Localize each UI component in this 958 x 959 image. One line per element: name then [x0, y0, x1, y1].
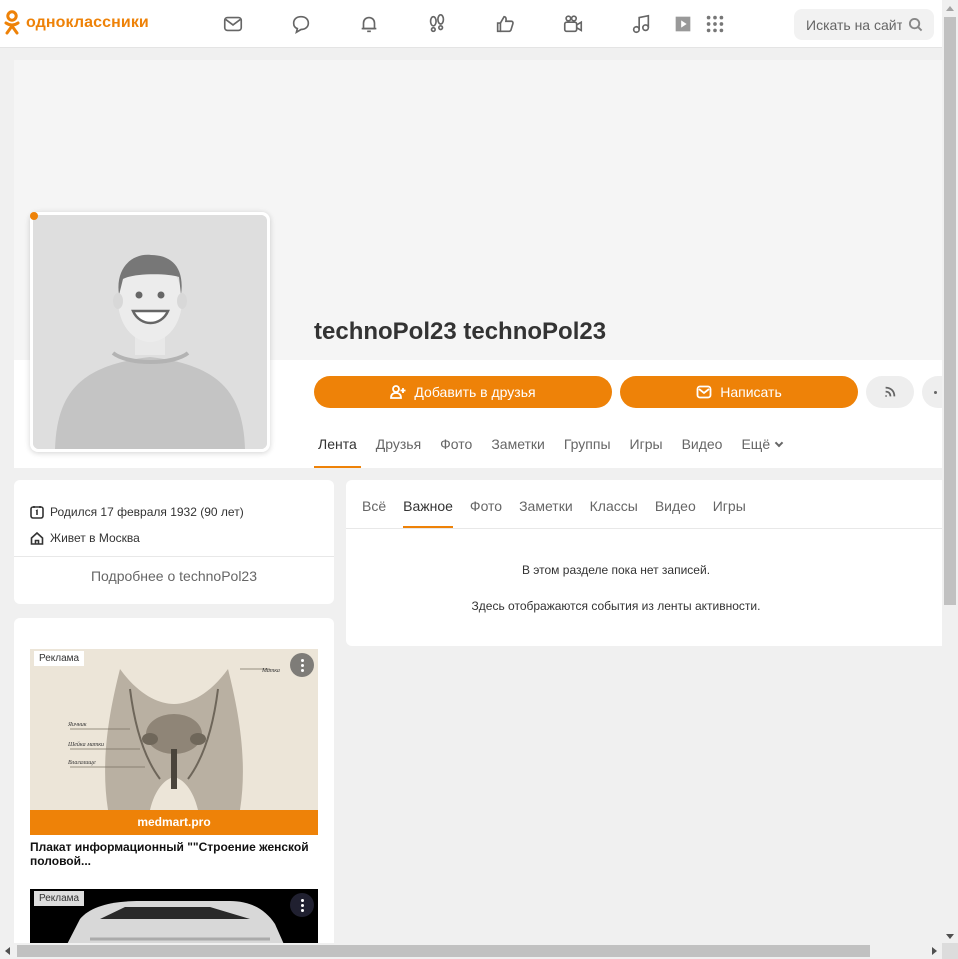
filter-photos[interactable]: Фото: [470, 498, 502, 528]
subscribe-button[interactable]: [866, 376, 914, 408]
scroll-left-arrow-icon[interactable]: [5, 947, 10, 955]
birth-info: Родился 17 февраля 1932 (90 лет): [30, 505, 244, 519]
more-actions-icon: [933, 390, 937, 394]
home-icon: [30, 531, 44, 545]
svg-text:Яичник: Яичник: [67, 722, 87, 728]
divider: [14, 556, 334, 557]
birth-text: Родился 17 февраля 1932 (90 лет): [50, 505, 244, 519]
chevron-down-icon: [774, 438, 784, 448]
logo[interactable]: одноклассники: [4, 10, 149, 36]
ad-domain-link[interactable]: medmart.pro: [30, 810, 318, 835]
events-icon[interactable]: [492, 11, 518, 37]
anatomy-poster-image: Яичник Шейка матки Влагалище Матка: [30, 649, 318, 810]
filter-likes[interactable]: Классы: [590, 498, 638, 528]
tab-games[interactable]: Игры: [630, 436, 663, 468]
profile-avatar[interactable]: [30, 212, 270, 452]
horizontal-scroll-thumb[interactable]: [17, 945, 870, 957]
tab-video[interactable]: Видео: [682, 436, 723, 468]
scroll-right-arrow-icon[interactable]: [932, 947, 937, 955]
notifications-icon[interactable]: [356, 11, 382, 37]
empty-feed-title: В этом разделе пока нет записей.: [521, 563, 711, 577]
online-status-dot: [30, 212, 38, 220]
filter-important[interactable]: Важное: [403, 498, 453, 528]
write-message-button[interactable]: Написать: [620, 376, 858, 408]
filter-all[interactable]: Всё: [362, 498, 386, 528]
svg-text:Матка: Матка: [261, 668, 280, 674]
music-icon[interactable]: [628, 11, 654, 37]
add-user-icon: [390, 385, 406, 399]
messages-icon[interactable]: [220, 11, 246, 37]
filter-video[interactable]: Видео: [655, 498, 696, 528]
calendar-icon: [30, 506, 44, 519]
feed-card: Всё Важное Фото Заметки Классы Видео Игр…: [346, 480, 942, 646]
rss-icon: [885, 386, 896, 397]
ad-menu-button-2[interactable]: [290, 893, 314, 917]
horizontal-scrollbar[interactable]: [0, 943, 942, 959]
vertical-scroll-thumb[interactable]: [944, 17, 956, 605]
tab-more[interactable]: Ещё: [741, 436, 784, 468]
vertical-scrollbar[interactable]: [942, 0, 958, 943]
tab-photos[interactable]: Фото: [440, 436, 472, 468]
write-message-label: Написать: [720, 384, 782, 400]
guests-icon[interactable]: [424, 11, 450, 37]
tab-more-label: Ещё: [741, 436, 771, 452]
video-icon[interactable]: [670, 11, 696, 37]
svg-text:Влагалище: Влагалище: [68, 760, 96, 766]
top-bar: одноклассники: [0, 0, 942, 48]
filter-games[interactable]: Игры: [713, 498, 746, 528]
search-box[interactable]: [794, 9, 934, 40]
location-info: Живет в Москва: [30, 531, 140, 545]
about-card: Родился 17 февраля 1932 (90 лет) Живет в…: [14, 480, 334, 604]
tab-feed[interactable]: Лента: [314, 436, 361, 468]
tab-groups[interactable]: Группы: [564, 436, 611, 468]
friends-video-icon[interactable]: [560, 11, 586, 37]
scroll-down-arrow-icon[interactable]: [946, 934, 954, 939]
logo-text: одноклассники: [26, 14, 149, 31]
profile-tabs: Лента Друзья Фото Заметки Группы Игры Ви…: [314, 436, 801, 468]
discussions-icon[interactable]: [288, 11, 314, 37]
apps-grid-icon[interactable]: [702, 11, 728, 37]
ok-logo-icon: [4, 10, 20, 35]
tab-notes[interactable]: Заметки: [491, 436, 545, 468]
scrollbar-corner: [942, 943, 958, 959]
envelope-icon: [696, 385, 712, 399]
tab-friends[interactable]: Друзья: [376, 436, 421, 468]
search-icon[interactable]: [908, 17, 923, 32]
avatar-placeholder-image: [33, 215, 267, 449]
add-friend-label: Добавить в друзья: [414, 384, 536, 400]
ad-label: Реклама: [34, 651, 85, 666]
filter-notes[interactable]: Заметки: [519, 498, 573, 528]
ad-label-2: Реклама: [34, 891, 85, 906]
search-input[interactable]: [806, 16, 902, 33]
empty-feed-subtitle: Здесь отображаются события из ленты акти…: [471, 599, 761, 613]
location-text: Живет в Москва: [50, 531, 140, 545]
ad-image[interactable]: Яичник Шейка матки Влагалище Матка Рекла…: [30, 649, 318, 810]
feed-filter-tabs: Всё Важное Фото Заметки Классы Видео Игр…: [362, 498, 763, 528]
ad-title[interactable]: Плакат информационный ""Строение женской…: [30, 840, 318, 868]
ad-menu-button[interactable]: [290, 653, 314, 677]
svg-text:Шейка матки: Шейка матки: [67, 741, 104, 748]
more-about-link[interactable]: Подробнее о technoPol23: [14, 568, 334, 584]
divider: [346, 528, 942, 529]
ads-card: Яичник Шейка матки Влагалище Матка Рекла…: [14, 618, 334, 958]
add-friend-button[interactable]: Добавить в друзья: [314, 376, 612, 408]
profile-name: technoPol23 technoPol23: [314, 318, 607, 345]
scroll-up-arrow-icon[interactable]: [946, 6, 954, 11]
